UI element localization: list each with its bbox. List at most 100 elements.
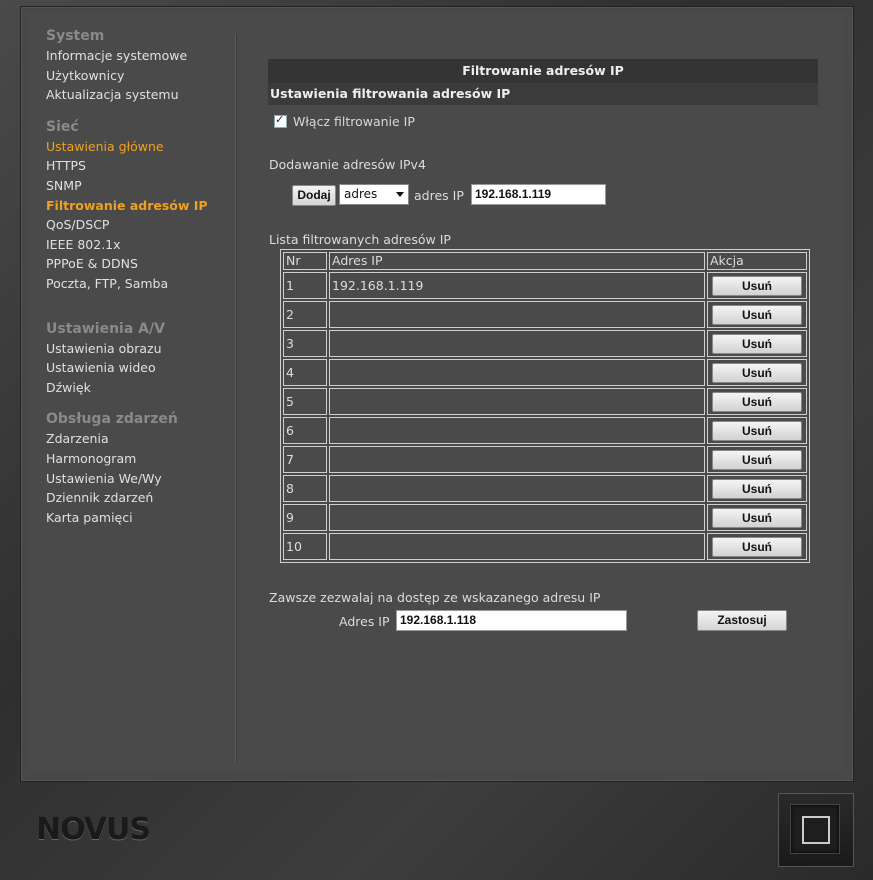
remove-button[interactable]: Usuń [712,391,802,412]
chevron-down-icon [396,192,404,197]
row-action: Usuń [707,359,807,386]
add-button[interactable]: Dodaj [292,185,336,206]
square-icon [802,816,830,844]
table-row: 7 Usuń [283,446,807,473]
always-allow-title: Zawsze zezwalaj na dostęp ze wskazanego … [269,590,601,605]
remove-button[interactable]: Usuń [712,449,802,470]
table-row: 3 Usuń [283,330,807,357]
always-allow-ip-input[interactable]: 192.168.1.118 [396,610,627,631]
sidebar-item-main-settings[interactable]: Ustawienia główne [46,137,231,157]
header-nr: Nr [283,252,327,270]
remove-button[interactable]: Usuń [712,420,802,441]
sidebar-separator [235,34,237,762]
row-ip [329,504,705,531]
row-nr: 10 [283,533,327,560]
remove-button[interactable]: Usuń [712,478,802,499]
section-title: Ustawienia filtrowania adresów IP [268,83,818,105]
sidebar-item-qos[interactable]: QoS/DSCP [46,215,231,235]
content-header: Filtrowanie adresów IP Ustawienia filtro… [268,59,818,105]
enable-filter-label: Włącz filtrowanie IP [293,114,415,129]
row-ip [329,330,705,357]
sidebar-item-pppoe-ddns[interactable]: PPPoE & DDNS [46,254,231,274]
row-ip [329,388,705,415]
row-ip [329,417,705,444]
sidebar-item-video-settings[interactable]: Ustawienia wideo [46,358,231,378]
row-nr: 5 [283,388,327,415]
row-ip [329,359,705,386]
enable-filter-row: Włącz filtrowanie IP [274,113,415,129]
table-row: 1 192.168.1.119 Usuń [283,272,807,299]
sidebar-item-ieee8021x[interactable]: IEEE 802.1x [46,235,231,255]
apply-button[interactable]: Zastosuj [697,610,787,631]
always-allow-ip-label: Adres IP [339,614,390,629]
sidebar-item-image-settings[interactable]: Ustawienia obrazu [46,339,231,359]
sidebar-item-events[interactable]: Zdarzenia [46,429,231,449]
remove-button[interactable]: Usuń [712,362,802,383]
row-nr: 3 [283,330,327,357]
header-ip: Adres IP [329,252,705,270]
row-ip [329,301,705,328]
add-ipv4-title: Dodawanie adresów IPv4 [269,157,426,172]
row-action: Usuń [707,446,807,473]
row-nr: 9 [283,504,327,531]
row-nr: 7 [283,446,327,473]
sidebar-item-io-settings[interactable]: Ustawienia We/Wy [46,469,231,489]
filtered-ip-table: Nr Adres IP Akcja 1 192.168.1.119 Usuń 2… [280,249,810,563]
remove-button[interactable]: Usuń [712,536,802,557]
novus-logo: NOVUS [36,812,151,847]
sidebar-item-snmp[interactable]: SNMP [46,176,231,196]
ip-address-label: adres IP [414,188,464,203]
remove-button[interactable]: Usuń [712,333,802,354]
row-nr: 1 [283,272,327,299]
fullscreen-button-face [790,804,840,854]
sidebar-section-system: System [46,28,105,44]
fullscreen-toggle[interactable] [778,793,854,867]
row-action: Usuń [707,475,807,502]
ip-address-input[interactable]: 192.168.1.119 [471,184,606,205]
row-action: Usuń [707,533,807,560]
sidebar-item-system-info[interactable]: Informacje systemowe [46,46,231,66]
sidebar-section-events: Obsługa zdarzeń [46,411,178,428]
row-nr: 2 [283,301,327,328]
remove-button[interactable]: Usuń [712,275,802,296]
sidebar-item-users[interactable]: Użytkownicy [46,66,231,86]
row-action: Usuń [707,272,807,299]
sidebar-section-av: Ustawienia A/V [46,320,165,337]
filtered-list-title: Lista filtrowanych adresów IP [269,232,451,247]
row-action: Usuń [707,504,807,531]
sidebar-item-schedule[interactable]: Harmonogram [46,449,231,469]
row-ip [329,475,705,502]
table-row: 4 Usuń [283,359,807,386]
row-action: Usuń [707,388,807,415]
table-row: 10 Usuń [283,533,807,560]
row-action: Usuń [707,330,807,357]
sidebar-item-audio[interactable]: Dźwięk [46,378,231,398]
table-row: 2 Usuń [283,301,807,328]
table-row: 5 Usuń [283,388,807,415]
address-type-value: adres [344,187,378,201]
page-title: Filtrowanie adresów IP [268,59,818,83]
sidebar-item-mail-ftp-samba[interactable]: Poczta, FTP, Samba [46,274,231,294]
sidebar-item-event-log[interactable]: Dziennik zdarzeń [46,488,231,508]
row-nr: 8 [283,475,327,502]
row-ip: 192.168.1.119 [329,272,705,299]
header-action: Akcja [707,252,807,270]
row-action: Usuń [707,417,807,444]
sidebar-item-https[interactable]: HTTPS [46,156,231,176]
sidebar-item-system-update[interactable]: Aktualizacja systemu [46,85,231,105]
remove-button[interactable]: Usuń [712,507,802,528]
enable-filter-checkbox[interactable] [274,113,287,128]
sidebar-item-ip-filtering[interactable]: Filtrowanie adresów IP [46,196,231,216]
table-row: 6 Usuń [283,417,807,444]
sidebar-section-network: Sieć [46,118,79,135]
row-nr: 4 [283,359,327,386]
address-type-select[interactable]: adres [339,184,409,205]
sidebar: System Informacje systemowe Użytkownicy … [46,28,231,527]
remove-button[interactable]: Usuń [712,304,802,325]
row-ip [329,533,705,560]
table-row: 9 Usuń [283,504,807,531]
sidebar-item-memory-card[interactable]: Karta pamięci [46,508,231,528]
table-row: 8 Usuń [283,475,807,502]
row-action: Usuń [707,301,807,328]
